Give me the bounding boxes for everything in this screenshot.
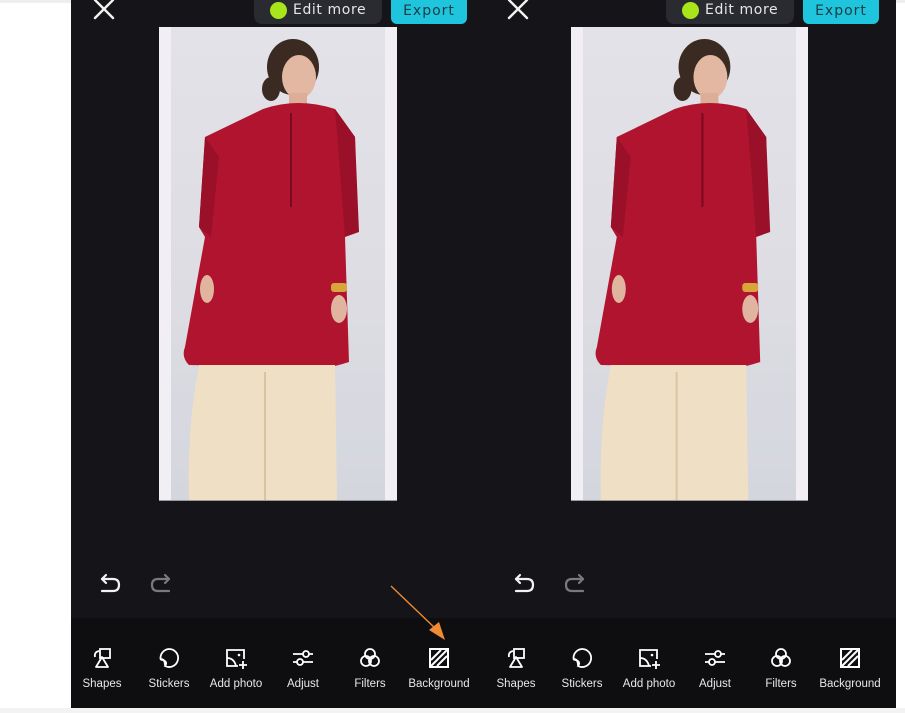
export-label: Export xyxy=(815,3,867,19)
edit-more-label: Edit more xyxy=(705,2,779,18)
shapes-icon xyxy=(93,648,111,668)
edit-more-dot-icon xyxy=(682,1,699,19)
tool-stickers[interactable]: Stickers xyxy=(547,646,617,696)
tool-label: Adjust xyxy=(699,678,731,690)
tool-label: Shapes xyxy=(82,678,122,690)
tool-shapes[interactable]: Shapes xyxy=(71,646,137,696)
tool-label: Adjust xyxy=(287,678,319,690)
tool-stickers[interactable]: Stickers xyxy=(134,646,204,696)
undo-icon xyxy=(514,573,535,593)
close-icon xyxy=(93,0,115,20)
redo-button[interactable] xyxy=(148,573,174,597)
edit-more-button[interactable]: Edit more xyxy=(254,0,382,24)
background-icon xyxy=(429,648,449,668)
bottom-strip xyxy=(0,708,905,713)
redo-icon xyxy=(564,573,585,593)
sticker-icon xyxy=(159,648,180,668)
background-icon xyxy=(840,648,860,668)
model-photo xyxy=(183,39,359,500)
edit-more-label: Edit more xyxy=(293,2,367,18)
tool-filters[interactable]: Filters xyxy=(746,646,816,696)
model-photo xyxy=(595,39,771,500)
add-photo-icon xyxy=(639,649,660,669)
editor-panel-left: Edit more Export Shapes Stickers Add pho… xyxy=(71,0,485,708)
sliders-icon xyxy=(293,650,313,666)
export-button[interactable]: Export xyxy=(391,0,467,24)
sticker-icon xyxy=(572,648,593,668)
undo-icon xyxy=(100,573,121,593)
tool-adjust[interactable]: Adjust xyxy=(680,646,750,696)
tool-background[interactable]: Background xyxy=(815,646,885,696)
tool-filters[interactable]: Filters xyxy=(335,646,405,696)
tool-label: Stickers xyxy=(148,678,190,690)
close-button[interactable] xyxy=(505,0,531,22)
tool-label: Shapes xyxy=(496,678,536,690)
tool-label: Stickers xyxy=(561,678,603,690)
tool-label: Filters xyxy=(765,678,797,690)
undo-button[interactable] xyxy=(511,573,537,597)
undo-button[interactable] xyxy=(97,573,123,597)
photo-canvas[interactable] xyxy=(571,27,808,501)
add-photo-icon xyxy=(226,649,247,669)
tool-adjust[interactable]: Adjust xyxy=(268,646,338,696)
tool-label: Add photo xyxy=(622,678,676,690)
edit-more-dot-icon xyxy=(270,1,287,19)
filters-icon xyxy=(360,648,380,667)
photo-canvas[interactable] xyxy=(159,27,397,501)
shapes-icon xyxy=(507,648,525,668)
export-button[interactable]: Export xyxy=(803,0,879,24)
redo-icon xyxy=(150,573,171,593)
tool-background[interactable]: Background xyxy=(404,646,474,696)
sliders-icon xyxy=(705,650,725,666)
tool-shapes[interactable]: Shapes xyxy=(485,646,551,696)
close-icon xyxy=(507,0,529,20)
close-button[interactable] xyxy=(91,0,117,22)
tool-add-photo[interactable]: Add photo xyxy=(201,646,271,696)
tool-label: Background xyxy=(408,678,470,690)
tool-label: Background xyxy=(819,678,881,690)
tool-add-photo[interactable]: Add photo xyxy=(614,646,684,696)
tool-label: Add photo xyxy=(209,678,263,690)
edit-more-button[interactable]: Edit more xyxy=(666,0,794,24)
export-label: Export xyxy=(403,3,455,19)
bottom-toolbar: Shapes Stickers Add photo Adjust Filters… xyxy=(71,618,485,708)
tool-label: Filters xyxy=(354,678,386,690)
bottom-toolbar: Shapes Stickers Add photo Adjust Filters… xyxy=(485,618,896,708)
filters-icon xyxy=(771,648,791,667)
redo-button[interactable] xyxy=(562,573,588,597)
editor-panel-right: Edit more Export Shapes Stickers Add pho… xyxy=(485,0,896,708)
